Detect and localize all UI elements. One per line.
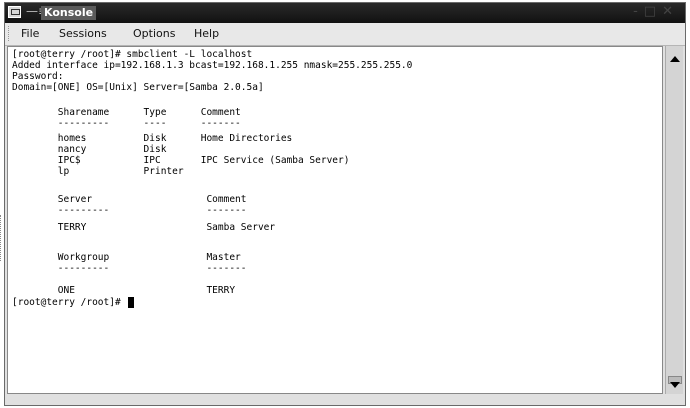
menu-sessions[interactable]: Sessions: [59, 27, 107, 40]
menu-options[interactable]: Options: [133, 27, 175, 40]
terminal-line: nancy Disk: [12, 144, 167, 155]
terminal-line: Workgroup Master: [12, 252, 241, 263]
terminal-line: Sharename Type Comment: [12, 107, 241, 118]
text-cursor: [128, 297, 135, 308]
vertical-scrollbar[interactable]: [665, 46, 683, 394]
terminal-line: Server Comment: [12, 194, 247, 205]
terminal-line: IPC$ IPC IPC Service (Samba Server): [12, 155, 350, 166]
scroll-down-arrow-icon[interactable]: [670, 382, 680, 388]
close-icon[interactable]: ✕: [662, 4, 679, 19]
window-bottom-frame: [5, 395, 685, 405]
terminal-line: TERRY Samba Server: [12, 222, 276, 233]
terminal-line: lp Printer: [12, 166, 184, 177]
window-menu-icon[interactable]: [8, 6, 21, 18]
terminal-prompt: [root@terry /root]#: [12, 297, 127, 308]
window-title: Konsole: [41, 6, 97, 20]
menu-bar: File Sessions Options Help: [5, 23, 685, 46]
terminal-line: Domain=[ONE] OS=[Unix] Server=[Samba 2.0…: [12, 82, 264, 93]
terminal-line: --------- -------: [12, 263, 247, 274]
minimize-icon[interactable]: -: [633, 4, 644, 19]
menubar-grip-icon[interactable]: [8, 26, 14, 41]
konsole-window: —≡ Konsole -□✕ File Sessions Options Hel…: [4, 2, 686, 406]
terminal-line: [root@terry /root]# smbclient -L localho…: [12, 49, 253, 60]
maximize-icon[interactable]: □: [644, 4, 662, 19]
terminal-line: homes Disk Home Directories: [12, 133, 293, 144]
terminal-output[interactable]: [root@terry /root]# smbclient -L localho…: [7, 46, 663, 394]
terminal-line: --------- ---- -------: [12, 118, 241, 129]
window-controls: -□✕: [633, 4, 679, 19]
scroll-up-arrow-icon[interactable]: [670, 56, 680, 62]
terminal-line: --------- -------: [12, 205, 247, 216]
menu-help[interactable]: Help: [194, 27, 219, 40]
terminal-line: Password:: [12, 71, 64, 82]
terminal-line: ONE TERRY: [12, 285, 236, 296]
menu-file[interactable]: File: [21, 27, 39, 40]
terminal-prompt-line: [root@terry /root]#: [12, 297, 135, 308]
title-bar[interactable]: —≡ Konsole -□✕: [5, 3, 685, 23]
terminal-line: Added interface ip=192.168.1.3 bcast=192…: [12, 60, 413, 71]
